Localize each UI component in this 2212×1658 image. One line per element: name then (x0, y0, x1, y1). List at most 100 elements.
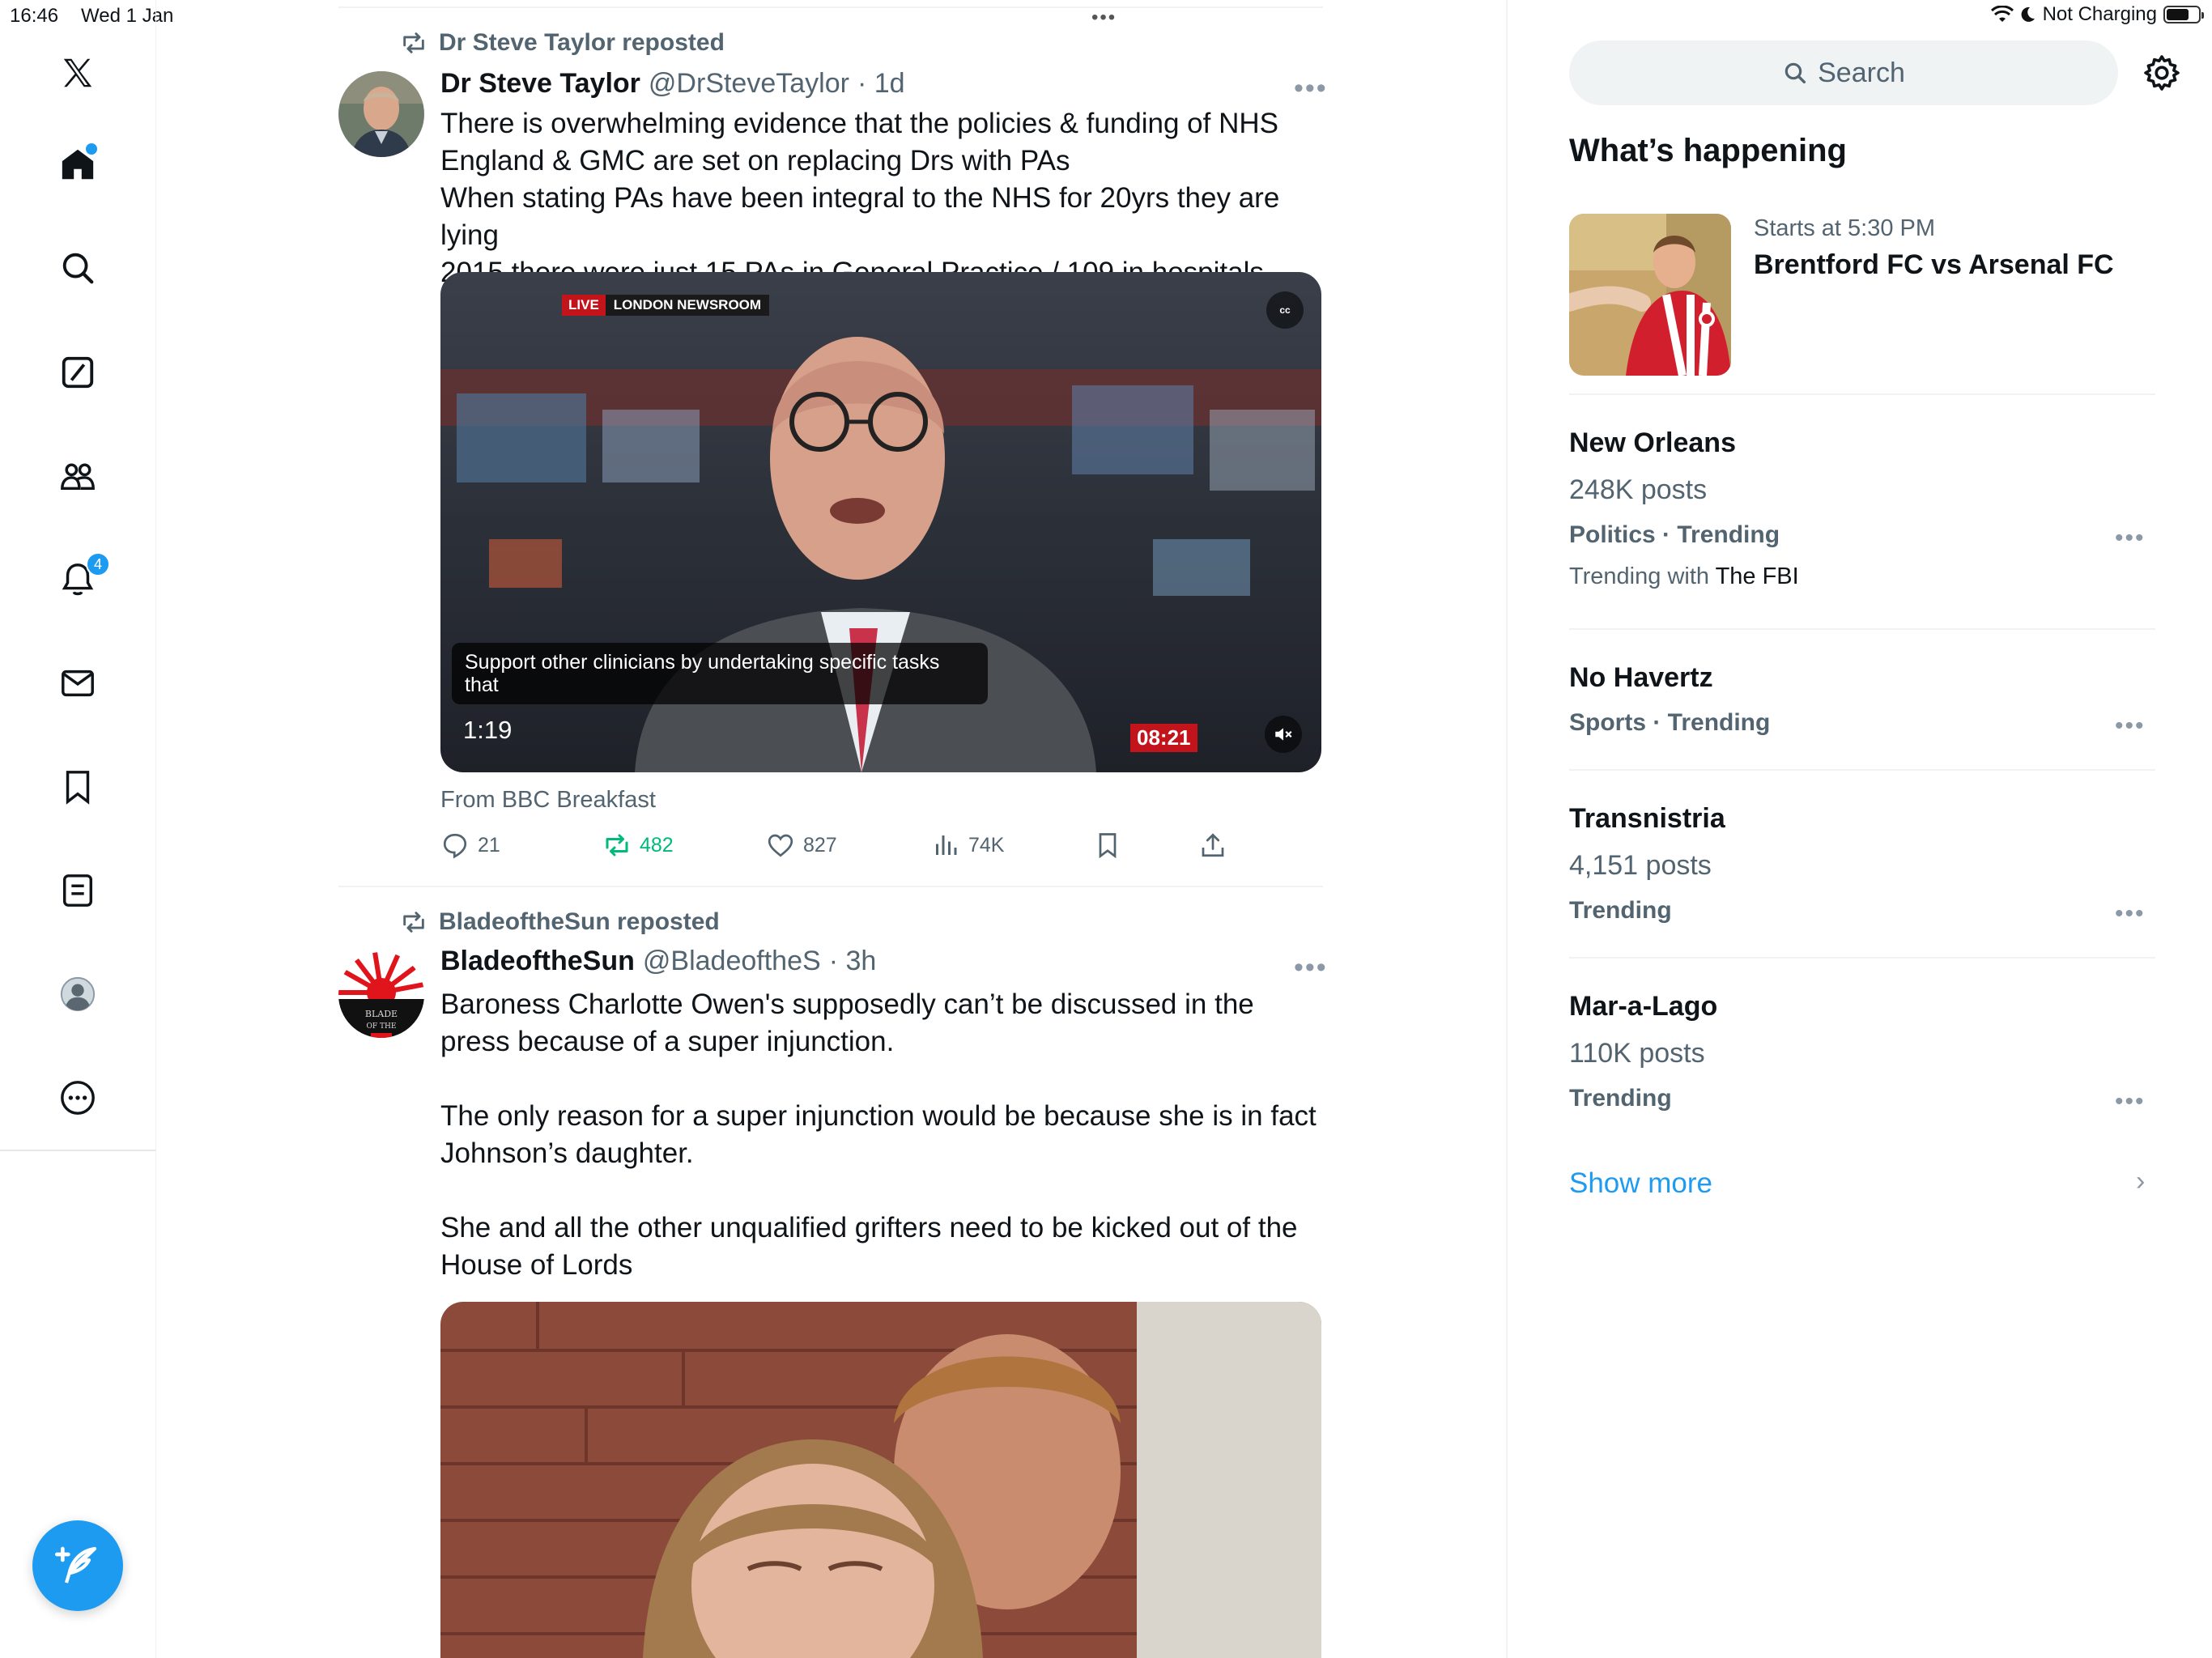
chevron-right-icon[interactable]: › (2136, 1166, 2145, 1197)
author-name[interactable]: BladeoftheSun (440, 946, 635, 977)
tweet-text: Baroness Charlotte Owen's supposedly can… (440, 988, 1317, 1281)
views-button[interactable]: 74K (931, 831, 1004, 860)
trend-category: Sports · Trending (1569, 709, 1771, 736)
notifications-badge: 4 (86, 552, 110, 576)
grok-icon[interactable] (55, 350, 100, 395)
trend-title[interactable]: New Orleans (1569, 427, 1736, 459)
search-icon (1784, 62, 1806, 84)
trend-category: Politics · Trending (1569, 521, 1780, 548)
broadcast-clock: 08:21 (1130, 724, 1197, 752)
repost-label[interactable]: BladeoftheSun reposted (439, 908, 720, 936)
profile-icon[interactable] (55, 971, 100, 1017)
more-icon[interactable] (55, 1075, 100, 1120)
repost-icon (403, 32, 424, 53)
repost-icon (606, 834, 628, 857)
tweet-time[interactable]: · 3h (829, 946, 877, 977)
share-icon (1202, 833, 1224, 857)
battery-status-text: Not Charging (2042, 3, 2157, 25)
trend-title[interactable]: Transnistria (1569, 803, 1725, 835)
tweet-author-line: BladeoftheSun @BladeoftheS · 3h (440, 946, 876, 977)
trend-divider (1569, 628, 2155, 630)
bookmarks-icon[interactable] (55, 764, 100, 810)
repost-icon (403, 912, 424, 933)
x-logo-icon[interactable] (55, 50, 100, 96)
author-handle[interactable]: @BladeoftheS (643, 946, 821, 977)
tweet-photo[interactable] (440, 1302, 1321, 1658)
view-count: 74K (968, 833, 1005, 857)
trend-category: Trending (1569, 1085, 1672, 1112)
trend-title[interactable]: No Havertz (1569, 662, 1713, 694)
repost-indicator: Dr Steve Taylor reposted (400, 29, 725, 57)
nav-divider (0, 1150, 156, 1151)
settings-gear-icon[interactable] (2142, 53, 2181, 92)
like-count: 827 (803, 833, 837, 857)
live-label: LIVE (562, 295, 606, 316)
trend-more-icon[interactable]: ••• (2115, 526, 2146, 551)
tweet-author-line: Dr Steve Taylor @DrSteveTaylor · 1d (440, 68, 905, 100)
repost-label[interactable]: Dr Steve Taylor reposted (439, 29, 725, 57)
bookmark-icon (1099, 833, 1117, 859)
trend-divider (1569, 393, 2155, 395)
trend-post-count: 4,151 posts (1569, 850, 1712, 881)
trend-more-icon[interactable]: ••• (2115, 714, 2146, 738)
trend-more-icon[interactable]: ••• (2115, 902, 2146, 926)
notifications-icon[interactable]: 4 (55, 552, 110, 602)
event-subtitle: Starts at 5:30 PM (1754, 215, 1936, 241)
trend-category: Trending (1569, 897, 1672, 924)
communities-icon[interactable] (55, 453, 100, 499)
newsroom-label: LONDON NEWSROOM (605, 295, 770, 316)
section-title: What’s happening (1569, 133, 1847, 168)
show-more-link[interactable]: Show more (1569, 1167, 1712, 1200)
trend-title[interactable]: Mar-a-Lago (1569, 991, 1717, 1022)
trending-with-value[interactable]: The FBI (1716, 563, 1799, 589)
tweet-text: There is overwhelming evidence that the … (440, 108, 1280, 288)
left-navigation: 4 (0, 0, 156, 1658)
author-name[interactable]: Dr Steve Taylor (440, 68, 640, 100)
compose-post-button[interactable] (32, 1520, 123, 1611)
like-button[interactable]: 827 (766, 831, 837, 860)
svg-text:OF THE: OF THE (367, 1022, 397, 1031)
wifi-icon (1990, 6, 2014, 22)
bookmark-button[interactable] (1093, 831, 1122, 860)
search-input[interactable]: Search (1569, 40, 2118, 105)
live-badge: LIVE LONDON NEWSROOM (562, 295, 770, 316)
repost-button[interactable]: 482 (602, 831, 674, 860)
reply-button[interactable]: 21 (440, 831, 500, 860)
heart-icon (768, 834, 793, 857)
trend-post-count: 110K posts (1569, 1038, 1705, 1069)
home-icon[interactable] (55, 142, 100, 187)
event-title[interactable]: Brentford FC vs Arsenal FC (1754, 249, 2114, 281)
tweet-more-icon[interactable]: ••• (1294, 74, 1328, 102)
lists-icon[interactable] (55, 868, 100, 913)
status-indicators: Not Charging (1990, 3, 2204, 26)
avatar[interactable] (338, 71, 424, 157)
home-new-dot (86, 143, 97, 155)
moon-icon (2021, 6, 2035, 22)
tweet-more-icon[interactable]: ••• (1294, 954, 1328, 981)
tweet-video[interactable]: LIVE LONDON NEWSROOM cc Support other cl… (440, 272, 1321, 772)
feed-right-border (1506, 0, 1508, 1658)
multitasking-dots-icon[interactable]: ••• (1091, 8, 1117, 28)
repost-count: 482 (640, 833, 674, 857)
muted-speaker-icon (1275, 728, 1292, 741)
messages-icon[interactable] (55, 661, 100, 706)
tweet-time[interactable]: · 1d (857, 68, 905, 100)
video-caption: Support other clinicians by undertaking … (452, 643, 988, 704)
trend-more-icon[interactable]: ••• (2115, 1090, 2146, 1114)
avatar[interactable]: BLADE OF THE (338, 952, 424, 1038)
trend-post-count: 248K posts (1569, 474, 1708, 505)
compose-post-icon (55, 1546, 97, 1584)
trend-trending-with: Trending with The FBI (1569, 563, 1799, 590)
views-icon (936, 835, 957, 855)
reply-icon (443, 833, 467, 859)
tweet-divider (338, 886, 1323, 887)
search-icon[interactable] (55, 245, 100, 291)
author-handle[interactable]: @DrSteveTaylor (649, 68, 849, 100)
media-source-label[interactable]: From BBC Breakfast (440, 787, 656, 814)
closed-captions-button[interactable]: cc (1266, 291, 1304, 329)
feed-top-divider (338, 6, 1323, 8)
mute-button[interactable] (1265, 716, 1302, 753)
share-button[interactable] (1198, 831, 1227, 860)
video-timecode: 1:19 (463, 716, 513, 744)
repost-indicator: BladeoftheSun reposted (400, 908, 720, 936)
